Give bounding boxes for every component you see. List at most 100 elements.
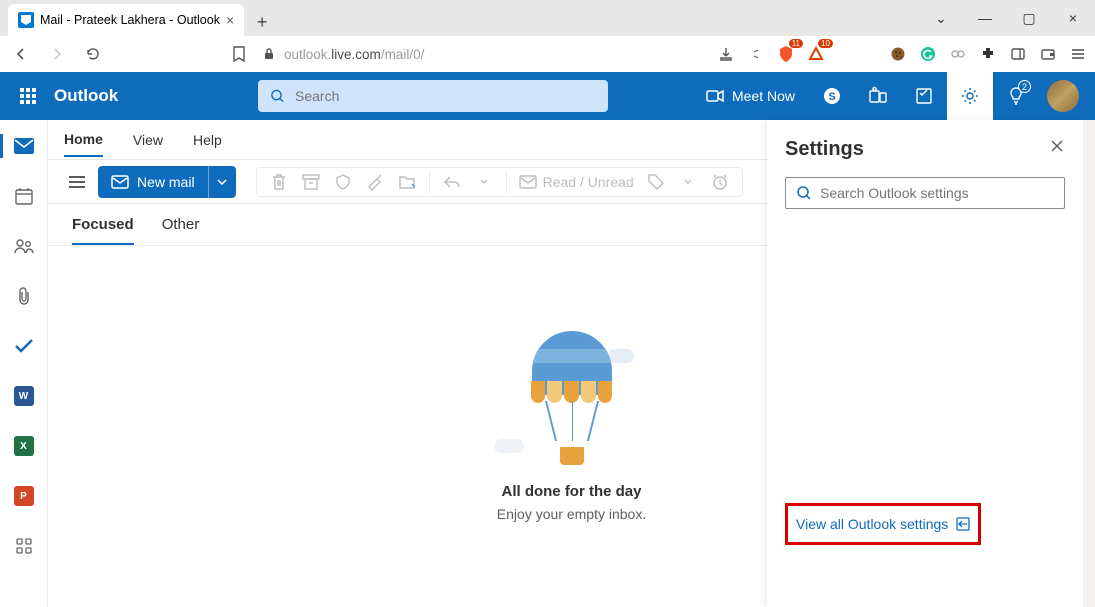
grammarly-ext-icon[interactable] bbox=[919, 45, 937, 63]
reply-button[interactable] bbox=[442, 172, 462, 192]
read-unread-button[interactable]: Read / Unread bbox=[519, 174, 634, 190]
maximize-icon[interactable]: ▢ bbox=[1007, 10, 1051, 27]
meet-now-button[interactable]: Meet Now bbox=[692, 88, 809, 104]
tips-button[interactable]: 2 bbox=[993, 72, 1039, 120]
outlook-brand[interactable]: Outlook bbox=[54, 86, 118, 106]
tab-home[interactable]: Home bbox=[64, 123, 103, 157]
envelope-icon bbox=[519, 175, 537, 189]
settings-button[interactable] bbox=[947, 72, 993, 120]
sweep-button[interactable] bbox=[365, 172, 385, 192]
calendar-icon bbox=[14, 186, 34, 206]
brave-rewards-icon[interactable] bbox=[807, 45, 825, 63]
chevron-down-icon[interactable]: ⌄ bbox=[919, 10, 963, 27]
my-day-button[interactable] bbox=[901, 72, 947, 120]
view-all-label: View all Outlook settings bbox=[796, 516, 948, 532]
sidepanel-icon[interactable] bbox=[1009, 45, 1027, 63]
mail-compose-icon bbox=[111, 175, 129, 189]
vertical-scrollbar[interactable] bbox=[1083, 120, 1095, 607]
archive-button[interactable] bbox=[301, 172, 321, 192]
new-mail-button[interactable]: New mail bbox=[98, 166, 208, 198]
rail-powerpoint[interactable]: P bbox=[0, 478, 48, 514]
rail-calendar[interactable] bbox=[0, 178, 48, 214]
minimize-icon[interactable]: — bbox=[963, 10, 1007, 26]
settings-close-button[interactable] bbox=[1045, 134, 1069, 158]
rail-word[interactable]: W bbox=[0, 378, 48, 414]
address-bar[interactable]: outlook.live.com/mail/0/ bbox=[262, 47, 692, 62]
teams-button[interactable] bbox=[855, 72, 901, 120]
cookie-ext-icon[interactable] bbox=[889, 45, 907, 63]
attachment-icon bbox=[16, 286, 32, 306]
rail-more-apps[interactable] bbox=[0, 528, 48, 564]
tab-title: Mail - Prateek Lakhera - Outlook bbox=[40, 13, 220, 27]
hamburger-icon bbox=[68, 175, 86, 189]
view-all-settings-link[interactable]: View all Outlook settings bbox=[796, 516, 970, 532]
junk-button[interactable] bbox=[333, 172, 353, 192]
settings-panel: Settings View all Outlook settings bbox=[767, 120, 1083, 607]
toolbar-group-actions: Read / Unread bbox=[256, 167, 743, 197]
browser-tab[interactable]: Mail - Prateek Lakhera - Outlook × bbox=[8, 4, 244, 36]
link-ext-icon[interactable] bbox=[949, 45, 967, 63]
account-avatar[interactable] bbox=[1047, 80, 1079, 112]
app-launcher-button[interactable] bbox=[8, 76, 48, 116]
settings-search[interactable] bbox=[785, 177, 1065, 209]
tag-button[interactable] bbox=[646, 172, 666, 192]
delete-button[interactable] bbox=[269, 172, 289, 192]
balloon-illustration bbox=[522, 331, 622, 471]
wallet-icon[interactable] bbox=[1039, 45, 1057, 63]
forward-button[interactable] bbox=[44, 41, 70, 67]
chevron-down-icon bbox=[217, 179, 227, 185]
close-window-icon[interactable]: × bbox=[1051, 10, 1095, 26]
new-mail-dropdown[interactable] bbox=[208, 166, 236, 198]
install-app-icon[interactable] bbox=[717, 45, 735, 63]
share-icon[interactable] bbox=[747, 45, 765, 63]
reload-button[interactable] bbox=[80, 41, 106, 67]
outlook-header: Outlook Meet Now S 2 bbox=[0, 72, 1095, 120]
search-icon bbox=[270, 88, 285, 104]
new-mail-label: New mail bbox=[137, 174, 195, 190]
mail-icon bbox=[13, 137, 35, 155]
rail-mail[interactable] bbox=[0, 128, 48, 164]
skype-button[interactable]: S bbox=[809, 72, 855, 120]
tag-dropdown[interactable] bbox=[678, 172, 698, 192]
tab-help[interactable]: Help bbox=[193, 124, 222, 156]
menu-icon[interactable] bbox=[1069, 45, 1087, 63]
tab-row: Mail - Prateek Lakhera - Outlook × + ⌄ —… bbox=[0, 0, 1095, 36]
settings-search-input[interactable] bbox=[820, 185, 1054, 201]
tab-other[interactable]: Other bbox=[162, 216, 200, 245]
lock-icon bbox=[262, 47, 276, 61]
view-all-highlight: View all Outlook settings bbox=[785, 503, 981, 545]
rail-excel[interactable]: X bbox=[0, 428, 48, 464]
left-rail: W X P bbox=[0, 120, 48, 607]
tab-view[interactable]: View bbox=[133, 124, 163, 156]
new-tab-button[interactable]: + bbox=[248, 8, 276, 36]
read-unread-label: Read / Unread bbox=[543, 174, 634, 190]
gear-icon bbox=[960, 86, 980, 106]
bookmark-icon[interactable] bbox=[226, 41, 252, 67]
check-icon bbox=[13, 337, 35, 355]
apps-grid-icon bbox=[15, 537, 33, 555]
url-host: live.com bbox=[331, 47, 381, 62]
rail-files[interactable] bbox=[0, 278, 48, 314]
meet-now-label: Meet Now bbox=[732, 88, 795, 104]
extensions-icon[interactable] bbox=[979, 45, 997, 63]
empty-subtitle: Enjoy your empty inbox. bbox=[497, 506, 646, 522]
move-button[interactable] bbox=[397, 172, 417, 192]
close-icon bbox=[1050, 139, 1064, 153]
rail-todo[interactable] bbox=[0, 328, 48, 364]
open-pane-icon bbox=[956, 517, 970, 531]
reply-dropdown[interactable] bbox=[474, 172, 494, 192]
tab-focused[interactable]: Focused bbox=[72, 216, 134, 245]
brave-shield-icon[interactable] bbox=[777, 45, 795, 63]
close-tab-icon[interactable]: × bbox=[226, 12, 234, 28]
search-input[interactable] bbox=[295, 88, 596, 104]
rail-people[interactable] bbox=[0, 228, 48, 264]
back-button[interactable] bbox=[8, 41, 34, 67]
powerpoint-icon: P bbox=[14, 486, 34, 506]
outlook-favicon-icon bbox=[18, 12, 34, 28]
snooze-button[interactable] bbox=[710, 172, 730, 192]
tips-badge: 2 bbox=[1018, 80, 1031, 93]
search-icon bbox=[796, 185, 812, 201]
nav-toggle-button[interactable] bbox=[62, 167, 92, 197]
search-box[interactable] bbox=[258, 80, 608, 112]
note-icon bbox=[914, 86, 934, 106]
